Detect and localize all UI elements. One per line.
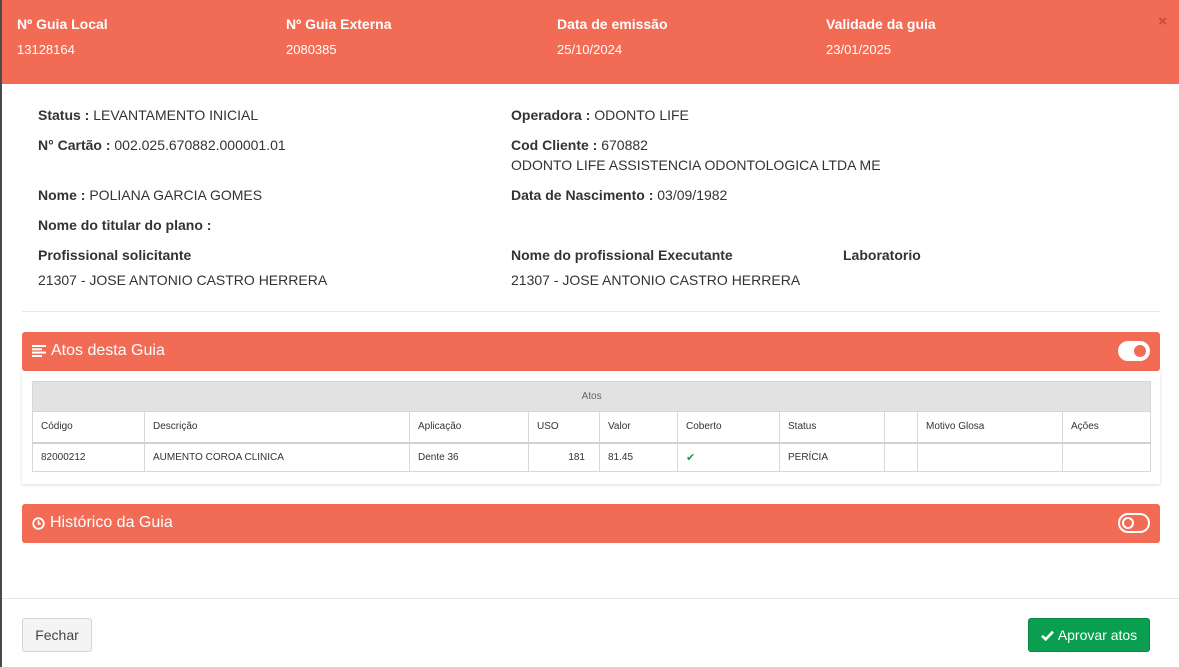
col-descricao[interactable]: Descrição — [144, 411, 410, 444]
guide-header: Nº Guia Local 13128164 Nº Guia Externa 2… — [2, 0, 1179, 84]
cell-motivo-glosa — [917, 442, 1063, 472]
cell-codigo: 82000212 — [32, 442, 145, 472]
cell-status: PERÍCIA — [779, 442, 885, 472]
col-coberto[interactable]: Coberto — [677, 411, 780, 444]
col-motivo-glosa[interactable]: Motivo Glosa — [917, 411, 1063, 444]
cartao-label: N° Cartão : — [38, 137, 111, 153]
col-valor[interactable]: Valor — [599, 411, 678, 444]
atos-panel-title: Atos desta Guia — [32, 342, 165, 360]
clock-icon — [32, 516, 45, 530]
validade-label: Validade da guia — [826, 16, 936, 32]
laboratorio-field: Laboratorio — [843, 245, 921, 265]
guia-local-value: 13128164 — [17, 42, 75, 57]
aprovar-atos-label: Aprovar atos — [1057, 627, 1138, 643]
validade-block: Validade da guia 23/01/2025 — [826, 16, 936, 57]
cell-aplicacao: Dente 36 — [409, 442, 529, 472]
table-group-header: Atos — [31, 381, 1152, 412]
historico-panel-title: Histórico da Guia — [32, 514, 173, 532]
cod-cliente-field: Cod Cliente : 670882 ODONTO LIFE ASSISTE… — [511, 135, 881, 175]
historico-panel-title-text: Histórico da Guia — [50, 514, 173, 531]
guia-local-block: Nº Guia Local 13128164 — [17, 16, 108, 57]
prof-solicitante-field: Profissional solicitante 21307 - JOSE AN… — [38, 245, 327, 290]
validade-value: 23/01/2025 — [826, 42, 892, 57]
footer-divider — [2, 598, 1179, 599]
guia-externa-value: 2080385 — [286, 42, 337, 57]
check-icon — [1040, 630, 1054, 641]
cell-valor: 81.45 — [599, 442, 678, 472]
laboratorio-label: Laboratorio — [843, 247, 921, 263]
prof-executante-field: Nome do profissional Executante 21307 - … — [511, 245, 800, 290]
status-label: Status : — [38, 107, 90, 123]
col-aplicacao[interactable]: Aplicação — [409, 411, 529, 444]
toggle-knob — [1134, 345, 1146, 357]
col-codigo[interactable]: Código — [32, 411, 145, 444]
nome-value: POLIANA GARCIA GOMES — [89, 187, 263, 203]
col-acoes: Ações — [1061, 411, 1152, 444]
nascimento-field: Data de Nascimento : 03/09/1982 — [511, 185, 727, 205]
prof-executante-value: 21307 - JOSE ANTONIO CASTRO HERRERA — [511, 272, 801, 288]
table-header-row: Código Descrição Aplicação USO Valor Cob… — [32, 411, 1152, 444]
cod-cliente-label: Cod Cliente : — [511, 137, 598, 153]
guia-local-label: Nº Guia Local — [17, 16, 108, 32]
data-emissao-block: Data de emissão 25/10/2024 — [557, 16, 668, 57]
atos-table: Atos Código Descrição Aplicação USO Valo… — [31, 381, 1152, 472]
titular-field: Nome do titular do plano : — [38, 215, 211, 235]
prof-solicitante-value: 21307 - JOSE ANTONIO CASTRO HERRERA — [38, 272, 328, 288]
cell-extra — [884, 442, 918, 472]
col-status[interactable]: Status — [779, 411, 885, 444]
window-edge — [0, 0, 2, 667]
fechar-button[interactable]: Fechar — [22, 618, 92, 652]
col-uso[interactable]: USO — [528, 411, 600, 444]
nome-field: Nome : POLIANA GARCIA GOMES — [38, 185, 262, 205]
cell-acoes — [1061, 442, 1152, 472]
status-value: LEVANTAMENTO INICIAL — [93, 107, 259, 123]
col-blank — [884, 411, 918, 444]
data-emissao-value: 25/10/2024 — [557, 42, 623, 57]
status-field: Status : LEVANTAMENTO INICIAL — [38, 105, 258, 125]
cliente-nome: ODONTO LIFE ASSISTENCIA ODONTOLOGICA LTD… — [511, 157, 881, 173]
historico-panel-toggle[interactable] — [1118, 513, 1150, 533]
toggle-knob — [1122, 517, 1134, 529]
list-icon — [32, 345, 46, 357]
atos-panel-toggle[interactable] — [1118, 341, 1150, 361]
guia-externa-label: Nº Guia Externa — [286, 16, 392, 32]
cell-descricao: AUMENTO COROA CLINICA — [144, 442, 410, 472]
cell-coberto: ✔ — [677, 442, 780, 472]
cell-uso: 181 — [528, 442, 600, 472]
historico-panel-header[interactable]: Histórico da Guia — [22, 504, 1160, 543]
info-divider — [22, 311, 1160, 312]
operadora-value: ODONTO LIFE — [594, 107, 689, 123]
nascimento-label: Data de Nascimento : — [511, 187, 654, 203]
cod-cliente-value: 670882 — [601, 137, 648, 153]
nascimento-value: 03/09/1982 — [657, 187, 728, 203]
aprovar-atos-button[interactable]: Aprovar atos — [1028, 618, 1150, 652]
table-row[interactable]: 82000212 AUMENTO COROA CLINICA Dente 36 … — [32, 442, 1152, 472]
atos-panel-title-text: Atos desta Guia — [51, 342, 165, 359]
data-emissao-label: Data de emissão — [557, 16, 668, 32]
prof-executante-label: Nome do profissional Executante — [511, 247, 733, 263]
check-icon: ✔ — [686, 451, 696, 464]
prof-solicitante-label: Profissional solicitante — [38, 247, 192, 263]
atos-panel-header[interactable]: Atos desta Guia — [22, 332, 1160, 371]
nome-label: Nome : — [38, 187, 86, 203]
atos-group-header: Atos — [31, 381, 1152, 412]
titular-label: Nome do titular do plano : — [38, 217, 212, 233]
close-icon[interactable]: × — [1158, 14, 1167, 29]
cartao-value: 002.025.670882.000001.01 — [114, 137, 286, 153]
atos-panel-body: Atos Código Descrição Aplicação USO Valo… — [22, 371, 1160, 484]
guia-externa-block: Nº Guia Externa 2080385 — [286, 16, 391, 57]
operadora-label: Operadora : — [511, 107, 591, 123]
operadora-field: Operadora : ODONTO LIFE — [511, 105, 689, 125]
cartao-field: N° Cartão : 002.025.670882.000001.01 — [38, 135, 286, 155]
